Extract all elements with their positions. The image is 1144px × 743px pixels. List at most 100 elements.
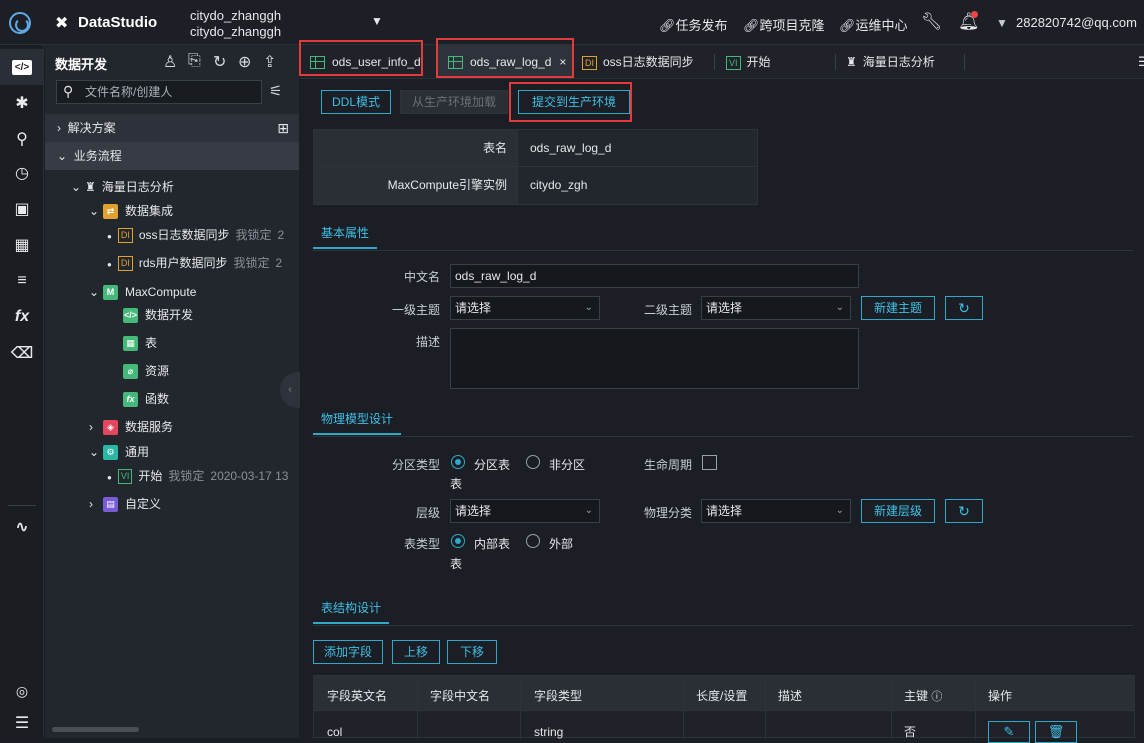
cn-name-label: 中文名 — [403, 270, 440, 284]
move-down-button[interactable]: 下移 — [447, 640, 497, 664]
tree-data-integration[interactable]: ⌄ ⇄ 数据集成 — [89, 201, 173, 221]
col-header-ops: 操作 — [988, 689, 1013, 703]
internal-radio[interactable] — [451, 534, 465, 548]
topic2-select[interactable]: 请选择 ⌄ — [701, 296, 851, 320]
tree-data-service[interactable]: › ◈ 数据服务 — [89, 417, 173, 437]
tree-general[interactable]: ⌄ ⚙ 通用 — [89, 442, 149, 462]
divider — [683, 676, 684, 739]
desc-textarea[interactable] — [450, 328, 859, 389]
tree-item-rds-sync[interactable]: ● DI rds用户数据同步 我锁定 2 — [107, 253, 282, 273]
divider — [417, 676, 418, 739]
delete-icon[interactable]: 🗑︎ — [1035, 721, 1077, 743]
section-workflows[interactable]: ⌄ 业务流程 — [45, 142, 299, 170]
tree-mc-dev[interactable]: </> 数据开发 — [123, 305, 193, 325]
tree-root[interactable]: ⌄ ♜ 海量日志分析 — [71, 177, 174, 197]
workflow-icon: ♜ — [846, 55, 857, 69]
menu-icon[interactable]: ☰ — [0, 705, 44, 741]
collapse-sidebar-icon[interactable]: ‹ — [280, 372, 300, 408]
user-avatar-icon: ▼ — [996, 16, 1008, 30]
sidebar: 数据开发 ♙ ⎘ ↻ ⊕ ⇪ 文件名称/创建人 ⚲ ⚟ › 解决方案 ⊞ ⌄ 业务… — [45, 45, 300, 738]
load-from-prod-button[interactable]: 从生产环境加载 — [400, 90, 508, 114]
lifecycle-checkbox[interactable] — [702, 455, 717, 470]
external-radio[interactable] — [526, 534, 540, 548]
function-icon: fx — [123, 392, 138, 408]
icon-bar: </> ✱ ⚲ ◷ ▣ ▦ ≡ fx ⌫ ∿ ◎ ☰ — [0, 45, 44, 738]
divider — [891, 676, 892, 739]
cell-en-name[interactable]: col — [327, 725, 342, 739]
filter-icon[interactable]: ⚟ — [269, 82, 282, 100]
col-header-type: 字段类型 — [534, 689, 583, 703]
move-up-button[interactable]: 上移 — [392, 640, 440, 664]
new-topic-button[interactable]: 新建主题 — [861, 296, 935, 320]
refresh-icon[interactable]: ↻ — [945, 296, 983, 320]
table-icon[interactable]: ▦ — [0, 227, 44, 263]
tab-start[interactable]: VI 开始 — [716, 45, 826, 79]
code-icon[interactable]: </> — [0, 49, 44, 85]
di-icon: DI — [582, 55, 597, 70]
link-icon: ● — [107, 260, 112, 269]
help-icon[interactable]: ⓘ — [931, 691, 942, 703]
add-field-button[interactable]: 添加字段 — [313, 640, 383, 664]
layer-select[interactable]: 请选择 ⌄ — [450, 499, 600, 523]
project-name[interactable]: citydo_zhanggh — [190, 8, 281, 23]
table-icon: ▦ — [123, 336, 138, 352]
trash-icon[interactable]: ⌫ — [0, 335, 44, 371]
brand-title: DataStudio — [78, 14, 158, 31]
import-icon[interactable]: ⇪ — [263, 52, 276, 72]
new-layer-button[interactable]: 新建层级 — [861, 499, 935, 523]
cn-name-input[interactable]: ods_raw_log_d — [450, 264, 859, 288]
briefcase-icon[interactable]: ▣ — [0, 191, 44, 227]
nav-clone[interactable]: 🔗︎跨项目克隆 — [743, 15, 825, 34]
function-icon[interactable]: fx — [0, 299, 44, 335]
tools-icon: ✖ — [55, 15, 69, 32]
tab-log-analysis[interactable]: ♜ 海量日志分析 — [836, 45, 966, 79]
partition-radio-on[interactable] — [451, 455, 465, 469]
section-solutions[interactable]: › 解决方案 ⊞ — [45, 114, 299, 142]
refresh-icon[interactable]: ↻ — [945, 499, 983, 523]
nav-publish[interactable]: 🔗︎任务发布 — [659, 15, 728, 34]
tree-custom[interactable]: › ▤ 自定义 — [89, 494, 161, 514]
tree-item-start[interactable]: ● VI 开始 我锁定 2020-03-17 13 — [107, 466, 288, 486]
refresh-icon[interactable]: ↻ — [213, 52, 226, 72]
tree-mc-resource[interactable]: ⌀ 资源 — [123, 361, 169, 381]
nav-ops[interactable]: 🔗︎运维中心 — [839, 15, 908, 34]
tree-item-oss-sync[interactable]: ● DI oss日志数据同步 我锁定 2 — [107, 225, 284, 245]
graph-icon[interactable]: ∿ — [0, 509, 44, 545]
chevron-down-icon[interactable]: ▼ — [371, 14, 383, 28]
partition-radio-off[interactable] — [526, 455, 540, 469]
more-tabs-icon[interactable]: ☰ — [1138, 54, 1144, 70]
col-header-length: 长度/设置 — [696, 689, 748, 703]
ddl-mode-button[interactable]: DDL模式 — [321, 90, 391, 114]
link-icon: 🔗︎ — [659, 18, 676, 33]
user-icon[interactable]: ♙ — [163, 52, 177, 72]
app-logo-icon[interactable] — [9, 12, 31, 34]
cell-pk[interactable]: 否 — [904, 723, 916, 740]
section-physical[interactable]: 物理模型设计 — [313, 407, 402, 435]
edit-icon[interactable]: ✎ — [988, 721, 1030, 743]
clock-icon[interactable]: ◷ — [0, 155, 44, 191]
puzzle-icon[interactable]: ✱ — [0, 85, 44, 121]
tree-maxcompute[interactable]: ⌄ M MaxCompute — [89, 282, 196, 302]
sidebar-scrollbar[interactable] — [52, 727, 139, 732]
cell-type[interactable]: string — [534, 725, 563, 739]
chevron-down-icon: ⌄ — [584, 505, 593, 516]
tree-mc-table[interactable]: ▦ 表 — [123, 333, 157, 353]
field-table: 字段英文名 字段中文名 字段类型 长度/设置 描述 主键 ⓘ 操作 col st… — [313, 675, 1135, 743]
locate-icon[interactable]: ⊕ — [238, 52, 251, 72]
settings-icon[interactable]: ◎ — [0, 673, 44, 709]
user-account[interactable]: 282820742@qq.com — [1016, 15, 1137, 30]
section-structure[interactable]: 表结构设计 — [313, 596, 390, 624]
search-icon[interactable]: ⚲ — [0, 121, 44, 157]
section-basic[interactable]: 基本属性 — [313, 221, 378, 249]
grid-icon[interactable]: ⊞ — [277, 114, 289, 142]
project-display-name[interactable]: citydo_zhanggh — [190, 24, 281, 39]
new-file-icon[interactable]: ⎘ — [188, 52, 201, 70]
search-input[interactable]: 文件名称/创建人 — [56, 80, 262, 104]
category-select[interactable]: 请选择 ⌄ — [701, 499, 851, 523]
tab-oss-sync[interactable]: DI oss日志数据同步 — [572, 45, 712, 79]
list-icon[interactable]: ≡ — [0, 263, 44, 299]
wrench-icon[interactable]: 🔧︎ — [921, 12, 943, 32]
topic1-select[interactable]: 请选择 ⌄ — [450, 296, 600, 320]
tree-mc-function[interactable]: fx 函数 — [123, 389, 169, 409]
link-icon: 🔗︎ — [743, 18, 760, 33]
